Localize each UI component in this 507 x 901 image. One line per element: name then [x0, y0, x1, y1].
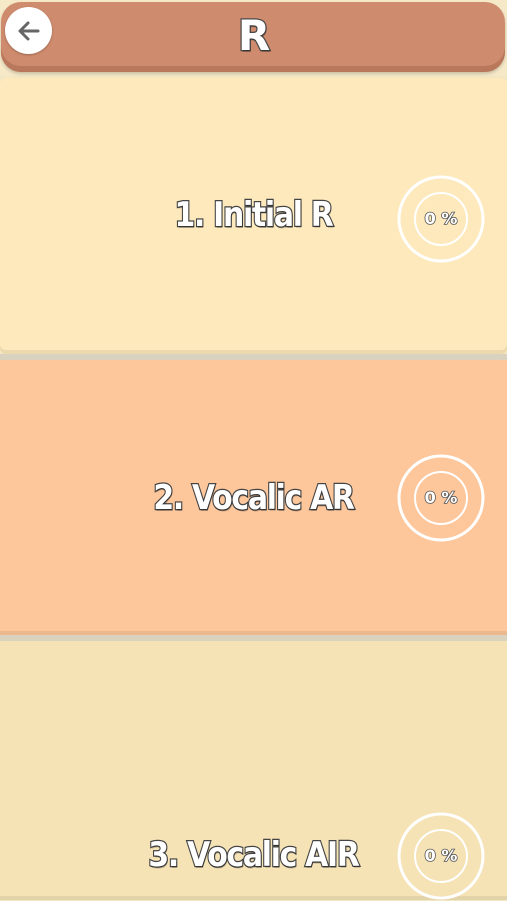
progress-ring: 0 % [396, 453, 486, 543]
progress-percent: 0 % [424, 208, 458, 229]
lesson-card-initial-r[interactable]: 1. Initial R 0 % [0, 78, 507, 354]
lesson-card-vocalic-ar[interactable]: 2. Vocalic AR 0 % [0, 360, 507, 635]
progress-percent: 0 % [424, 487, 458, 508]
progress-percent: 0 % [424, 845, 458, 866]
progress-ring: 0 % [396, 174, 486, 264]
header: R [0, 0, 507, 76]
progress-ring: 0 % [396, 811, 486, 901]
lesson-card-vocalic-air[interactable]: 3. Vocalic AIR 0 % [0, 641, 507, 900]
page-title: R [237, 10, 272, 62]
